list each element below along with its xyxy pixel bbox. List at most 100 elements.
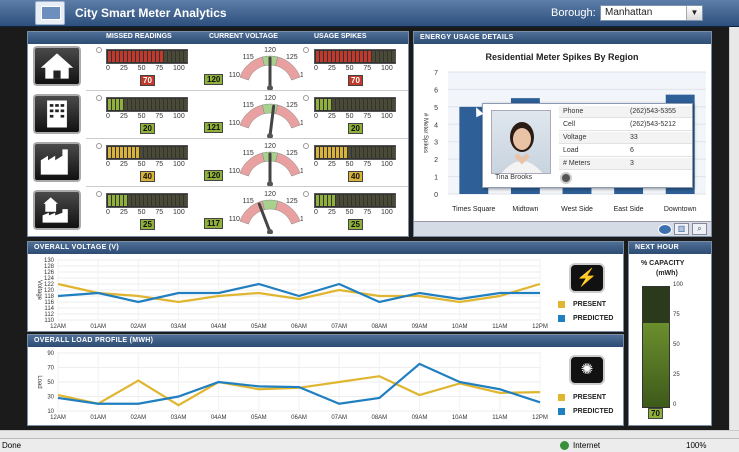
spikes-row-radio[interactable] <box>303 143 309 149</box>
missed-bar-segment <box>148 147 151 158</box>
chevron-down-icon[interactable]: ▼ <box>686 6 702 20</box>
missed-tick-zero: 0 <box>106 209 110 216</box>
spikes-row-radio[interactable] <box>303 47 309 53</box>
x-tick: 12PM <box>532 415 548 421</box>
gauge-band <box>261 103 279 114</box>
bar-chart-title: Residential Meter Spikes By Region <box>485 52 638 62</box>
missed-row-radio[interactable] <box>96 191 102 197</box>
vertical-scrollbar[interactable] <box>729 27 739 430</box>
missed-row-radio[interactable] <box>96 47 102 53</box>
borough-select[interactable]: Manhattan ▼ <box>600 5 703 21</box>
spikes-bar-segment <box>376 51 379 62</box>
missed-tick-zero: 0 <box>106 65 110 72</box>
capacity-fill <box>643 323 669 407</box>
spikes-bar-segment <box>316 195 319 206</box>
missed-bar-segment <box>116 195 119 206</box>
missed-row-radio[interactable] <box>96 95 102 101</box>
missed-value-badge: 70 <box>140 75 155 86</box>
x-tick: 01AM <box>90 324 106 330</box>
spikes-row-radio[interactable] <box>303 191 309 197</box>
spikes-bar-segment <box>348 51 351 62</box>
missed-bar-segment <box>132 147 135 158</box>
spikes-bar-segment <box>384 99 387 110</box>
factory-icon[interactable] <box>33 142 81 182</box>
missed-bar-segment <box>116 51 119 62</box>
bar-y-tick: 3 <box>434 140 438 147</box>
missed-bar-segment <box>120 99 123 110</box>
tooltip-label: Voltage <box>563 134 587 141</box>
missed-row-radio[interactable] <box>96 143 102 149</box>
spikes-row-radio[interactable] <box>303 95 309 101</box>
voltage-line-chart: 13012812612412212011811611411211012AM 01A… <box>36 258 548 330</box>
bar-x-tick: Midtown <box>512 206 538 213</box>
mixed-use-icon[interactable] <box>33 190 81 230</box>
spikes-bar-segment <box>344 195 347 206</box>
spikes-bar-segment <box>332 51 335 62</box>
spikes-readings-bar <box>314 97 396 112</box>
x-tick: 05AM <box>251 415 267 421</box>
gauge-tick-label: 125 <box>286 54 298 61</box>
spikes-bar-segment <box>316 51 319 62</box>
spikes-bar-segment <box>388 51 391 62</box>
zoom-icon[interactable]: ⌕ <box>692 223 707 235</box>
missed-bar-segment <box>176 99 179 110</box>
spikes-bar-segment <box>360 147 363 158</box>
expand-icon[interactable] <box>560 172 572 184</box>
capacity-unit: (mWh) <box>656 270 678 277</box>
tooltip-value: 6 <box>630 147 634 154</box>
spikes-bar-segment <box>352 147 355 158</box>
bar-y-tick: 4 <box>434 122 438 129</box>
spikes-bar-segment <box>324 51 327 62</box>
spikes-bar-segment <box>360 99 363 110</box>
missed-tick-zero: 0 <box>106 161 110 168</box>
missed-bar-segment <box>136 147 139 158</box>
missed-ticks: 25 50 75 100 <box>120 209 185 216</box>
capacity-meter <box>642 286 670 408</box>
voltage-value-badge: 117 <box>204 218 223 229</box>
missed-bar-segment <box>140 51 143 62</box>
spikes-bar-segment <box>324 147 327 158</box>
missed-bar-segment <box>160 195 163 206</box>
missed-bar-segment <box>120 195 123 206</box>
zoom-level[interactable]: 100% <box>686 441 706 450</box>
missed-bar-segment <box>116 147 119 158</box>
missed-tick-zero: 0 <box>106 113 110 120</box>
missed-bar-segment <box>136 51 139 62</box>
spikes-bar-segment <box>320 195 323 206</box>
missed-bar-segment <box>116 99 119 110</box>
spikes-bar-segment <box>388 99 391 110</box>
spikes-bar-segment <box>340 195 343 206</box>
customer-photo <box>491 110 551 174</box>
overall-voltage-panel: OVERALL VOLTAGE (V) 130 128 126 124 122 120 11… <box>27 241 624 332</box>
office-building-icon[interactable] <box>33 94 81 134</box>
spikes-bar-segment <box>340 51 343 62</box>
missed-bar-segment <box>164 99 167 110</box>
missed-bar-segment <box>120 51 123 62</box>
pie-view-icon[interactable] <box>658 224 672 235</box>
tooltip-label: Load <box>563 147 579 154</box>
spikes-bar-segment <box>324 195 327 206</box>
load-predicted-legend: PREDICTED <box>573 408 614 415</box>
gauge-tick-label: 120 <box>264 143 276 150</box>
missed-value-badge: 20 <box>140 123 155 134</box>
missed-bar-segment <box>144 147 147 158</box>
bar-y-tick: 6 <box>434 87 438 94</box>
capacity-value: 70 <box>648 408 663 419</box>
spikes-bar-segment <box>328 147 331 158</box>
missed-readings-bar <box>106 97 188 112</box>
spikes-bar-segment <box>360 195 363 206</box>
x-tick: 12AM <box>50 415 66 421</box>
load-lightbulb-icon: ✺ <box>569 355 605 385</box>
spikes-bar-segment <box>368 99 371 110</box>
chart-toolbar: ▥ ⌕ <box>414 221 711 236</box>
missed-bar-segment <box>152 147 155 158</box>
x-tick: 11AM <box>492 415 507 421</box>
missed-bar-segment <box>180 51 183 62</box>
house-icon[interactable] <box>33 46 81 86</box>
internet-zone-label: Internet <box>573 441 601 450</box>
bar-view-icon[interactable]: ▥ <box>674 223 689 235</box>
missed-bar-segment <box>144 195 147 206</box>
spikes-bar-segment <box>368 195 371 206</box>
spikes-bar-segment <box>356 195 359 206</box>
horizontal-scrollbar[interactable] <box>0 430 739 438</box>
